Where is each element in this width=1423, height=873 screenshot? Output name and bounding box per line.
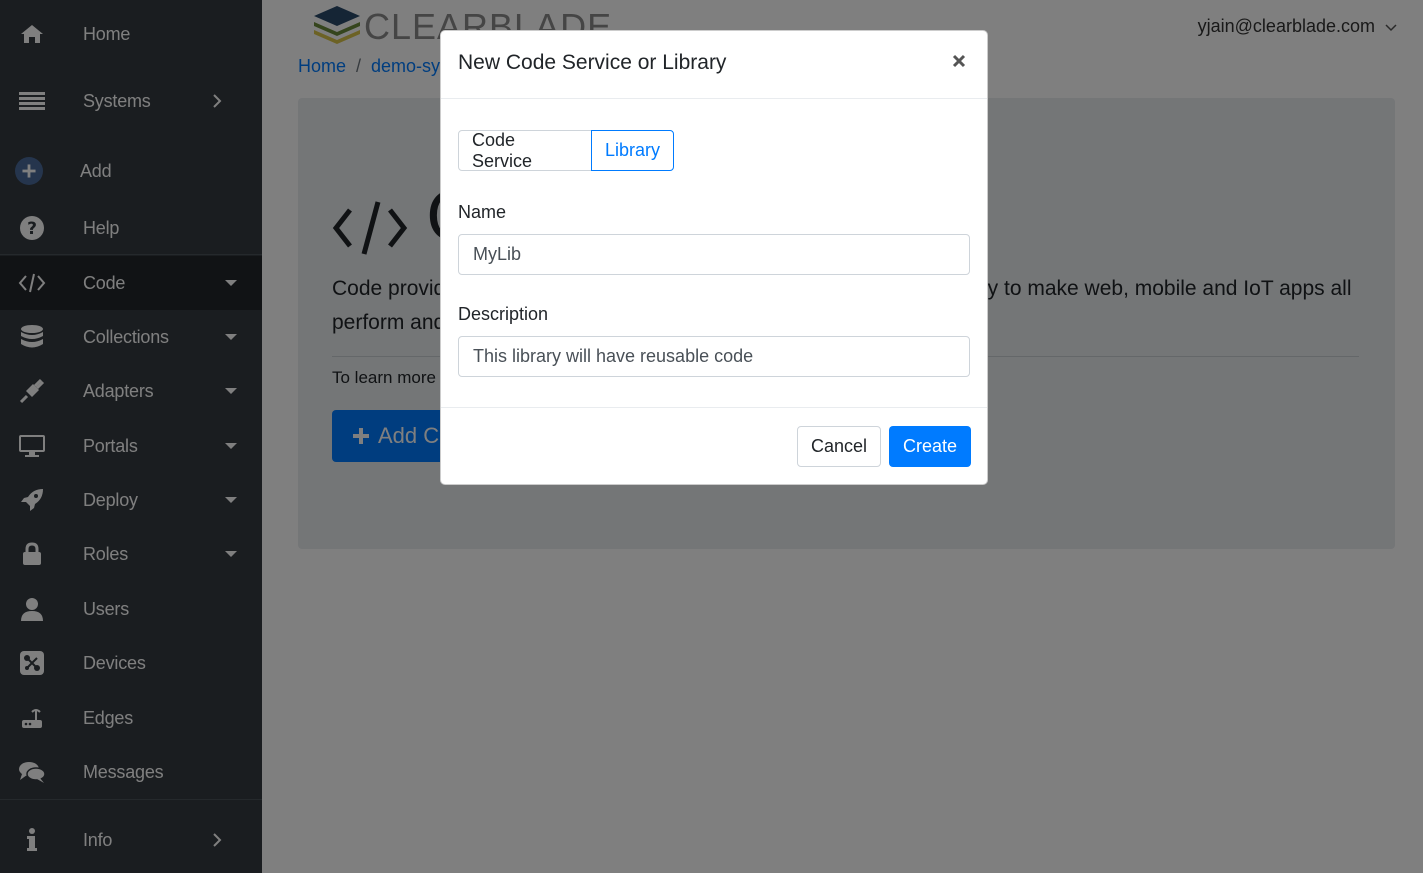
type-toggle: Code Service Library [458,130,674,171]
tab-library[interactable]: Library [591,130,674,171]
modal-footer-divider [441,407,987,408]
name-field[interactable] [458,234,970,275]
modal-title: New Code Service or Library [458,51,727,74]
description-label: Description [458,304,549,324]
close-icon [952,54,966,68]
name-label: Name [458,202,507,222]
description-field[interactable] [458,336,970,377]
cancel-button[interactable]: Cancel [797,426,881,467]
close-button[interactable] [949,49,969,73]
modal-header: New Code Service or Library [441,31,987,99]
tab-code-service[interactable]: Code Service [458,130,592,171]
new-code-service-modal: New Code Service or Library Code Service… [440,30,988,485]
create-button[interactable]: Create [889,426,971,467]
